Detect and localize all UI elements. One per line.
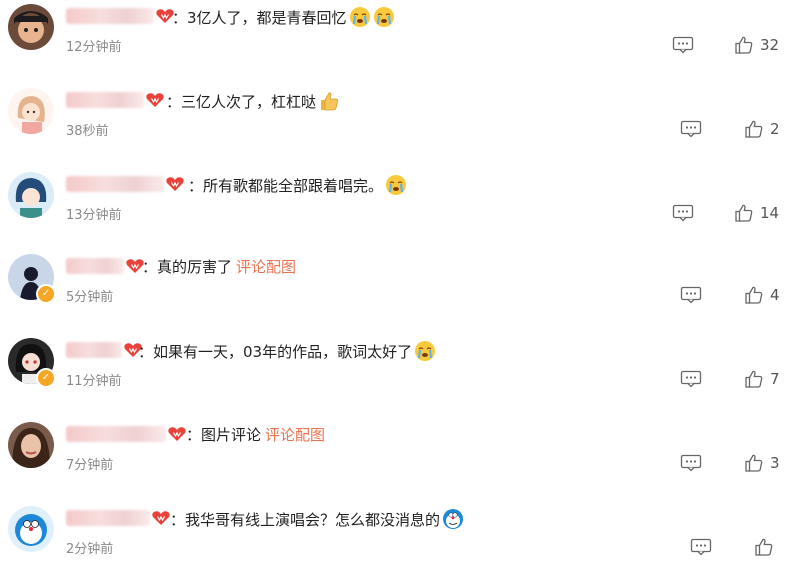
comment-time: 2分钟前 (66, 542, 114, 557)
comment-time: 13分钟前 (66, 208, 122, 223)
username[interactable] (66, 92, 144, 108)
comment-image-link[interactable]: 评论配图 (265, 426, 325, 444)
comment-item: ✓ ：真的厉害了 评论配图 5分钟前 4 (0, 232, 794, 316)
reply-icon[interactable] (672, 204, 694, 222)
comment-item: ：三亿人次了，杠杠哒 38秒前 2 (0, 66, 794, 150)
comment-body: ：所有歌都能全部跟着唱完。 (188, 177, 384, 195)
crying-emoji (414, 340, 436, 362)
like-count: 32 (760, 36, 780, 54)
comment-item: ：图片评论 评论配图 7分钟前 3 (0, 400, 794, 484)
username[interactable] (66, 8, 154, 24)
comment-time: 11分钟前 (66, 374, 122, 389)
reply-icon[interactable] (680, 454, 702, 472)
comment-item: ：3亿人了，都是青春回忆 12分钟前 32 (0, 0, 794, 66)
username[interactable] (66, 258, 124, 274)
avatar[interactable] (8, 422, 54, 468)
like-icon[interactable] (734, 35, 754, 55)
verified-badge-icon: ✓ (36, 368, 56, 388)
comment-body: ：图片评论 (186, 426, 262, 444)
comment-item: ：所有歌都能全部跟着唱完。 13分钟前 14 (0, 150, 794, 234)
username[interactable] (66, 510, 150, 526)
comment-text: ：如果有一天，03年的作品，歌词太好了 (138, 340, 436, 362)
doraemon-emoji (442, 508, 464, 530)
avatar[interactable] (8, 506, 54, 552)
like-count: 7 (770, 370, 780, 388)
member-badge-icon (146, 92, 164, 108)
like-icon[interactable] (754, 537, 774, 557)
comment-item: ：我华哥有线上演唱会？怎么都没消息的 2分钟前 (0, 484, 794, 568)
comment-body: ：真的厉害了 (142, 258, 233, 276)
username[interactable] (66, 342, 122, 358)
comment-time: 12分钟前 (66, 40, 122, 55)
like-count: 14 (760, 204, 780, 222)
username[interactable] (66, 176, 164, 192)
like-count: 2 (770, 120, 780, 138)
reply-icon[interactable] (690, 538, 712, 556)
comment-body: ：如果有一天，03年的作品，歌词太好了 (138, 343, 413, 361)
avatar[interactable] (8, 4, 54, 50)
like-icon[interactable] (734, 203, 754, 223)
reply-icon[interactable] (672, 36, 694, 54)
comment-text: ：3亿人了，都是青春回忆 (172, 6, 395, 28)
like-icon[interactable] (744, 369, 764, 389)
comment-text: ：我华哥有线上演唱会？怎么都没消息的 (170, 508, 464, 530)
comment-time: 7分钟前 (66, 458, 114, 473)
comment-text: ：图片评论 评论配图 (186, 424, 325, 445)
crying-emoji (373, 6, 395, 28)
comment-time: 38秒前 (66, 124, 109, 139)
like-count: 3 (770, 454, 780, 472)
reply-icon[interactable] (680, 370, 702, 388)
avatar[interactable] (8, 172, 54, 218)
like-count: 4 (770, 286, 780, 304)
comment-body: ：3亿人了，都是青春回忆 (172, 9, 347, 27)
verified-badge-icon: ✓ (36, 284, 56, 304)
comment-body: ：我华哥有线上演唱会？怎么都没消息的 (170, 511, 441, 529)
like-icon[interactable] (744, 453, 764, 473)
comment-image-link[interactable]: 评论配图 (236, 258, 296, 276)
thumbs-up-emoji (318, 90, 340, 112)
comment-item: ✓ ：如果有一天，03年的作品，歌词太好了 11分钟前 7 (0, 316, 794, 400)
member-badge-icon (166, 176, 184, 192)
member-badge-icon (168, 426, 186, 442)
like-icon[interactable] (744, 119, 764, 139)
comment-text: ：所有歌都能全部跟着唱完。 (188, 174, 407, 196)
like-icon[interactable] (744, 285, 764, 305)
crying-emoji (349, 6, 371, 28)
member-badge-icon (152, 510, 170, 526)
crying-emoji (385, 174, 407, 196)
reply-icon[interactable] (680, 286, 702, 304)
avatar[interactable] (8, 88, 54, 134)
comment-body: ：三亿人次了，杠杠哒 (166, 93, 317, 111)
comment-time: 5分钟前 (66, 290, 114, 305)
comment-text: ：真的厉害了 评论配图 (142, 256, 296, 277)
comment-text: ：三亿人次了，杠杠哒 (166, 90, 340, 112)
username[interactable] (66, 426, 166, 442)
reply-icon[interactable] (680, 120, 702, 138)
